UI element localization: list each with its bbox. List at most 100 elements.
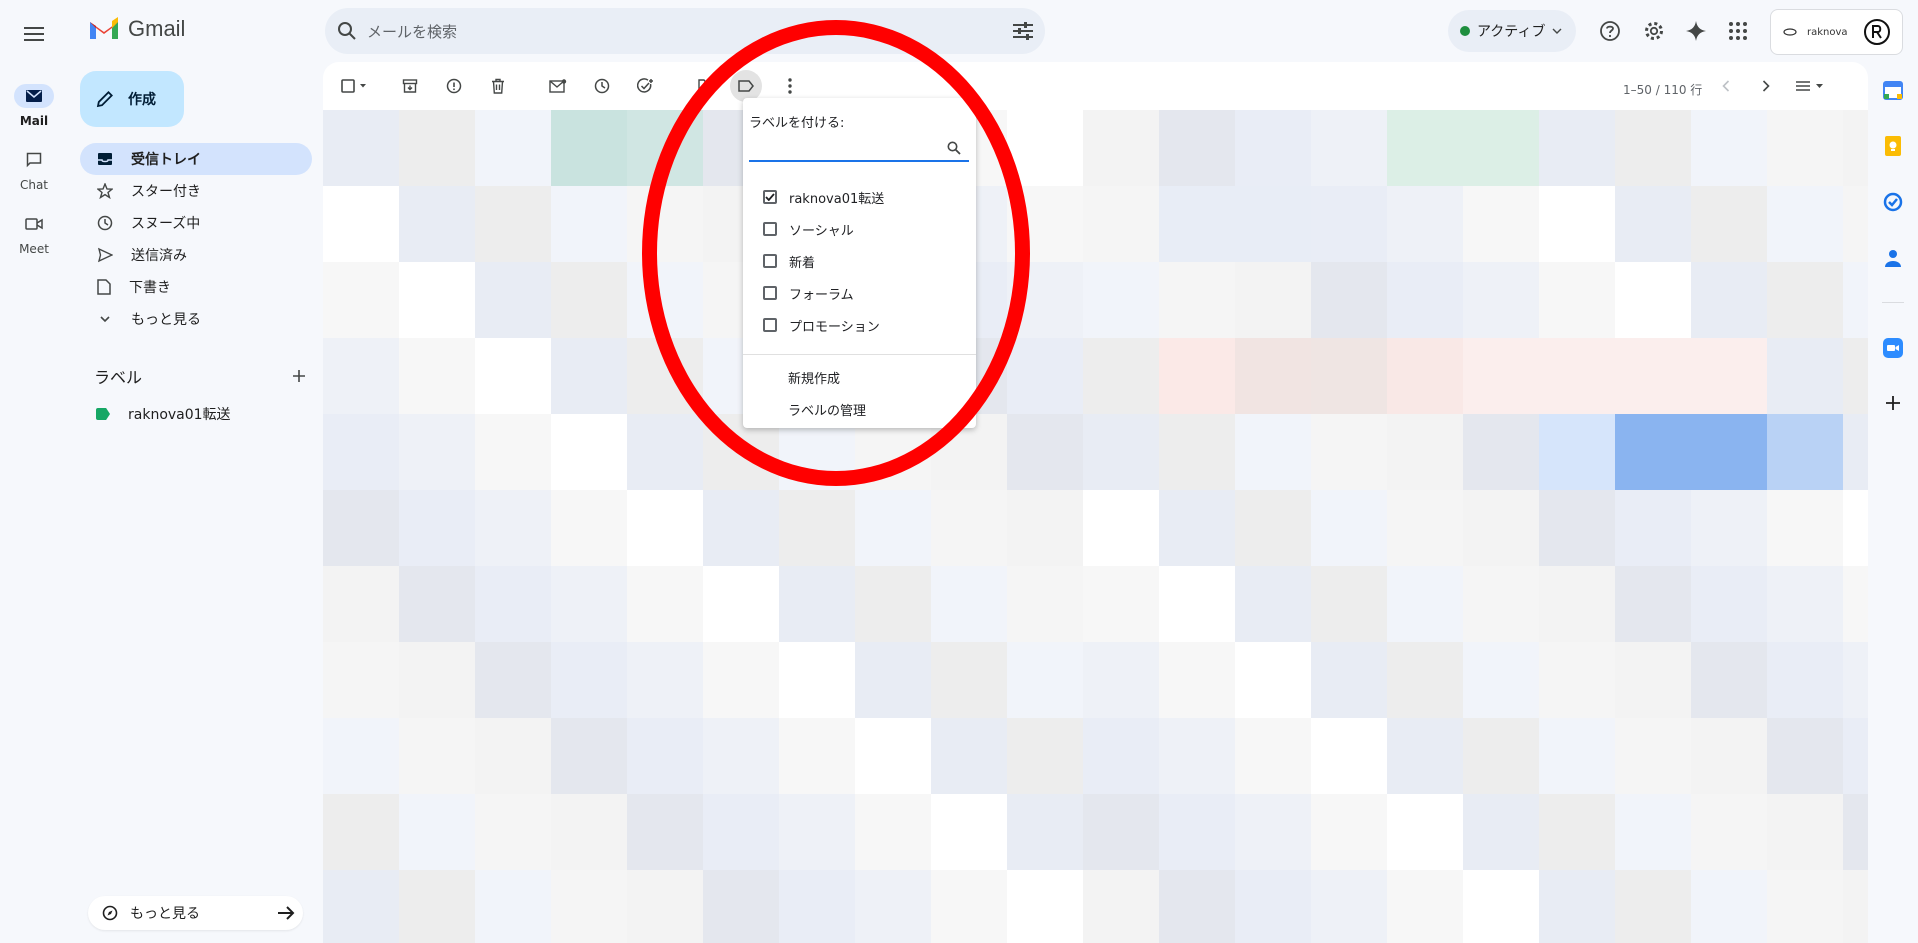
older-page-button[interactable] [1754, 74, 1778, 98]
nav-item-sent[interactable]: 送信済み [80, 239, 312, 271]
snooze-button[interactable] [590, 74, 614, 98]
nav-item-starred[interactable]: スター付き [80, 175, 312, 207]
avatar-monogram-icon [1872, 25, 1882, 39]
apps-button[interactable] [1718, 11, 1758, 51]
label-option[interactable]: プロモーション [763, 314, 880, 336]
main-menu-button[interactable] [14, 14, 54, 54]
org-logo-icon [1783, 28, 1797, 36]
mail-list-blur-cell [1311, 870, 1387, 943]
compose-label: 作成 [128, 92, 156, 108]
nav-item-inbox[interactable]: 受信トレイ [80, 143, 312, 175]
checkbox[interactable] [763, 286, 777, 300]
select-all-checkbox[interactable] [341, 74, 371, 98]
compose-button[interactable]: 作成 [80, 71, 184, 127]
search-options-icon[interactable] [1013, 22, 1033, 40]
more-actions-button[interactable] [778, 74, 802, 98]
calendar-app-button[interactable] [1881, 78, 1905, 102]
density-toggle[interactable] [1793, 74, 1829, 98]
mail-list-blur-cell [1083, 186, 1159, 262]
label-option[interactable]: フォーラム [763, 282, 854, 304]
mail-list-blur-cell [1387, 566, 1463, 642]
mail-list-blur-cell [1539, 566, 1615, 642]
checkbox[interactable] [763, 318, 777, 332]
mail-list-blur-cell [1007, 566, 1083, 642]
labels-heading: ラベル [94, 368, 143, 387]
mail-list-blur-cell [1767, 110, 1843, 186]
manage-labels-item[interactable]: ラベルの管理 [788, 400, 866, 419]
archive-button[interactable] [398, 74, 422, 98]
mail-list-blur-cell [1387, 110, 1463, 186]
label-option[interactable]: raknova01転送 [763, 186, 884, 208]
nav-item-drafts[interactable]: 下書き [80, 271, 312, 303]
delete-button[interactable] [486, 74, 510, 98]
mail-list-blur-cell [1235, 186, 1311, 262]
mail-list-blur-cell [1007, 338, 1083, 414]
rail-item-mail[interactable]: Mail [0, 84, 68, 128]
contacts-icon [1885, 250, 1901, 267]
newer-page-button[interactable] [1714, 74, 1738, 98]
mail-list-blur-cell [399, 262, 475, 338]
report-spam-button[interactable] [442, 74, 466, 98]
chevron-left-icon [1722, 80, 1730, 92]
mail-list-blur-cell [1311, 642, 1387, 718]
mail-list-blur-cell [1463, 262, 1539, 338]
mail-list-blur-cell [551, 794, 627, 870]
checkbox-checked[interactable] [763, 190, 777, 204]
mail-list-blur-cell [931, 794, 1007, 870]
mail-list-blur-cell [1463, 110, 1539, 186]
label-search-input[interactable] [749, 138, 969, 162]
mail-list-blur-cell [1539, 718, 1615, 794]
mail-list-blur-cell [1083, 870, 1159, 943]
label-option[interactable]: ソーシャル [763, 218, 854, 240]
mail-list-blur-cell [1235, 566, 1311, 642]
more-bottom-button[interactable]: もっと見る [88, 896, 303, 930]
move-to-button[interactable] [694, 74, 718, 98]
mail-list-blur-cell [1767, 490, 1843, 566]
keep-app-button[interactable] [1881, 134, 1905, 158]
mail-list-blur-cell [1539, 186, 1615, 262]
account-button[interactable]: raknova [1770, 9, 1903, 55]
create-new-label-item[interactable]: 新規作成 [788, 368, 840, 387]
status-selector[interactable]: アクティブ [1448, 10, 1576, 52]
checkbox[interactable] [763, 222, 777, 236]
add-addon-button[interactable] [1881, 391, 1905, 415]
nav-label-starred: スター付き [131, 184, 201, 200]
support-button[interactable] [1590, 11, 1630, 51]
settings-button[interactable] [1634, 11, 1674, 51]
tasks-app-button[interactable] [1881, 190, 1905, 214]
add-label-icon[interactable] [292, 369, 306, 383]
nav-item-more[interactable]: もっと見る [80, 303, 312, 335]
nav-item-snoozed[interactable]: スヌーズ中 [80, 207, 312, 239]
label-option[interactable]: 新着 [763, 250, 815, 272]
mail-list-blur-cell [1691, 338, 1767, 414]
search-icon[interactable] [337, 21, 357, 41]
add-task-button[interactable] [634, 74, 658, 98]
mail-list-blur-cell [1159, 262, 1235, 338]
mark-unread-button[interactable] [546, 74, 570, 98]
mail-list-blur-cell [1007, 414, 1083, 490]
mail-list-blur-cell [1159, 110, 1235, 186]
nav-label-item[interactable]: raknova01転送 [96, 404, 231, 424]
label-option-text: プロモーション [789, 319, 880, 335]
rail-item-meet[interactable]: Meet [0, 212, 68, 256]
zoom-app-button[interactable] [1881, 336, 1905, 360]
labels-section-header: ラベル [94, 364, 306, 388]
search-bar[interactable]: メールを検索 [325, 8, 1045, 54]
search-input[interactable]: メールを検索 [367, 21, 1013, 42]
mail-list-blur-cell [1691, 718, 1767, 794]
mail-list-blur-cell [855, 794, 931, 870]
rail-item-chat[interactable]: Chat [0, 148, 68, 192]
mail-list-blur-cell [1235, 262, 1311, 338]
mail-list-blur-cell [1235, 642, 1311, 718]
nav-label-drafts: 下書き [129, 280, 171, 296]
gemini-button[interactable] [1676, 11, 1716, 51]
mail-list-blur-cell [779, 794, 855, 870]
mail-list-blur-cell [931, 870, 1007, 943]
contacts-app-button[interactable] [1881, 246, 1905, 270]
mail-list-blur-cell [1083, 642, 1159, 718]
gmail-logo[interactable]: Gmail [88, 16, 185, 42]
checkbox[interactable] [763, 254, 777, 268]
mail-list-blur-cell [627, 794, 703, 870]
mail-list-blur-cell [1007, 870, 1083, 943]
mail-list-blur-cell [1159, 338, 1235, 414]
